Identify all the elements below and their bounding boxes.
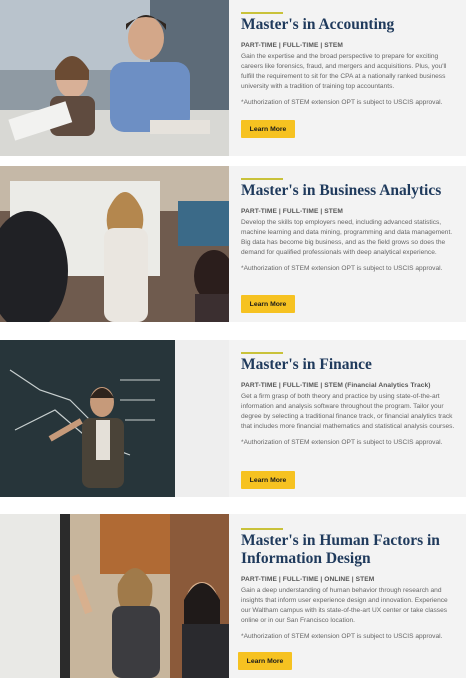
program-photo-business-analytics (0, 166, 229, 322)
program-meta: PART-TIME | FULL-TIME | STEM (241, 208, 343, 215)
program-card-accounting: Master's in Accounting PART-TIME | FULL-… (0, 0, 466, 156)
program-content-human-factors: Master's in Human Factors in Information… (241, 514, 458, 642)
learn-more-button[interactable]: Learn More (238, 652, 292, 670)
program-description: Gain the expertise and the broad perspec… (241, 53, 447, 90)
program-note: *Authorization of STEM extension OPT is … (241, 633, 443, 640)
program-description: Get a firm grasp of both theory and prac… (241, 393, 455, 430)
program-meta: PART-TIME | FULL-TIME | STEM (Financial … (241, 382, 431, 389)
program-note: *Authorization of STEM extension OPT is … (241, 439, 443, 446)
program-note: *Authorization of STEM extension OPT is … (241, 265, 443, 272)
program-photo-accounting (0, 0, 229, 156)
program-card-business-analytics: Master's in Business Analytics PART-TIME… (0, 166, 466, 322)
program-content-business-analytics: Master's in Business Analytics PART-TIME… (241, 166, 458, 274)
program-title[interactable]: Master's in Accounting (241, 16, 458, 34)
program-note: *Authorization of STEM extension OPT is … (241, 99, 443, 106)
learn-more-button[interactable]: Learn More (241, 120, 295, 138)
program-card-human-factors: Master's in Human Factors in Information… (0, 514, 466, 678)
program-list: Master's in Accounting PART-TIME | FULL-… (0, 0, 466, 678)
program-description: Gain a deep understanding of human behav… (241, 587, 448, 624)
learn-more-button[interactable]: Learn More (241, 471, 295, 489)
learn-more-button[interactable]: Learn More (241, 295, 295, 313)
accent-rule (241, 528, 283, 530)
program-content-accounting: Master's in Accounting PART-TIME | FULL-… (241, 0, 458, 108)
program-card-finance: Master's in Finance PART-TIME | FULL-TIM… (0, 340, 466, 497)
program-content-finance: Master's in Finance PART-TIME | FULL-TIM… (241, 340, 458, 448)
program-description: Develop the skills top employers need, i… (241, 219, 453, 256)
program-title[interactable]: Master's in Human Factors in Information… (241, 532, 458, 568)
accent-rule (241, 12, 283, 14)
accent-rule (241, 178, 283, 180)
program-photo-human-factors (0, 514, 229, 678)
program-meta: PART-TIME | FULL-TIME | ONLINE | STEM (241, 576, 375, 583)
program-title[interactable]: Master's in Finance (241, 356, 458, 374)
program-title[interactable]: Master's in Business Analytics (241, 182, 458, 200)
program-photo-finance (0, 340, 229, 497)
program-meta: PART-TIME | FULL-TIME | STEM (241, 42, 343, 49)
accent-rule (241, 352, 283, 354)
